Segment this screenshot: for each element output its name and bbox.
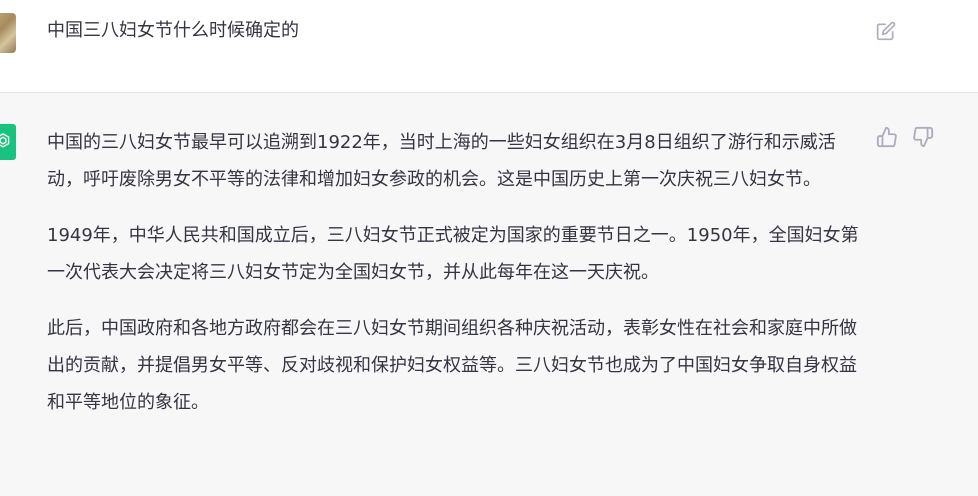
thumbs-down-icon[interactable] bbox=[912, 126, 934, 148]
openai-logo-icon bbox=[0, 124, 16, 160]
user-message-row: 中国三八妇女节什么时候确定的 bbox=[0, 0, 978, 93]
user-avatar bbox=[0, 13, 16, 53]
assistant-message-row: 中国的三八妇女节最早可以追溯到1922年，当时上海的一些妇女组织在3月8日组织了… bbox=[0, 93, 978, 496]
answer-paragraph: 1949年，中华人民共和国成立后，三八妇女节正式被定为国家的重要节日之一。195… bbox=[47, 225, 859, 283]
answer-paragraph: 此后，中国政府和各地方政府都会在三八妇女节期间组织各种庆祝活动，表彰女性在社会和… bbox=[47, 318, 857, 413]
chat-page: 中国三八妇女节什么时候确定的 中国的三八妇女节最早可以追溯到1922年，当时上海… bbox=[0, 0, 978, 496]
assistant-answer: 中国的三八妇女节最早可以追溯到1922年，当时上海的一些妇女组织在3月8日组织了… bbox=[47, 124, 865, 440]
user-message-text: 中国三八妇女节什么时候确定的 bbox=[47, 20, 299, 41]
answer-paragraph: 中国的三八妇女节最早可以追溯到1922年，当时上海的一些妇女组织在3月8日组织了… bbox=[47, 132, 836, 190]
edit-icon[interactable] bbox=[876, 21, 896, 41]
thumbs-up-icon[interactable] bbox=[876, 126, 898, 148]
